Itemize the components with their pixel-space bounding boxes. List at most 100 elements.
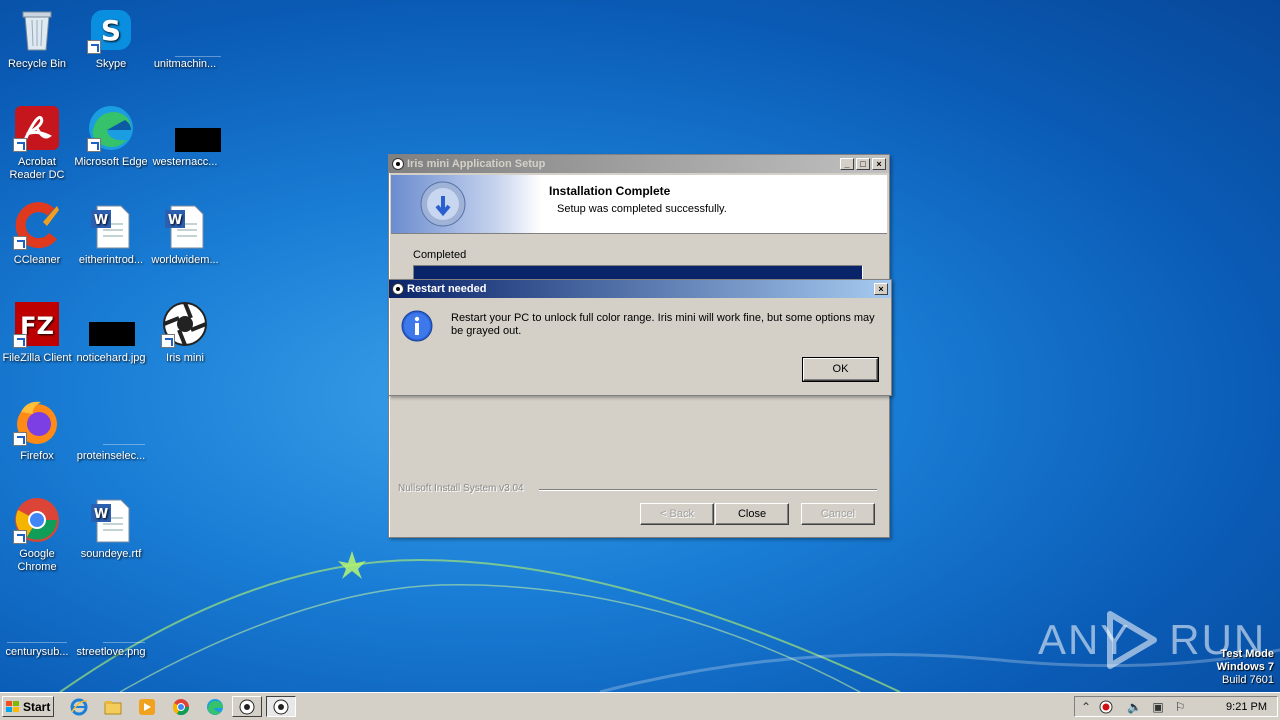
desktop-icon-recycle-bin[interactable]: Recycle Bin: [0, 0, 74, 71]
desktop-icon-edge[interactable]: Microsoft Edge: [74, 98, 148, 169]
action-center-flag-icon[interactable]: ⚐: [1173, 700, 1187, 714]
watermark-line-2: Windows 7: [1216, 661, 1274, 673]
close-button[interactable]: Close: [715, 503, 789, 525]
maximize-button[interactable]: □: [856, 158, 870, 170]
desktop-icon-label: CCleaner: [13, 254, 61, 266]
edge-taskbar-icon[interactable]: [206, 698, 224, 716]
branding-separator: [539, 489, 877, 491]
minimize-button[interactable]: _: [840, 158, 854, 170]
file-icon: [161, 6, 221, 57]
status-label: Completed: [413, 249, 467, 261]
taskbar-button-restart-dialog[interactable]: [266, 696, 296, 717]
volume-icon[interactable]: 🔈: [1127, 700, 1142, 714]
file-icon: [7, 594, 67, 643]
chrome-icon: [13, 496, 61, 544]
iris-app-icon: [392, 283, 404, 295]
desktop-icon-label: proteinselec...: [76, 450, 146, 462]
svg-text:W: W: [168, 213, 182, 228]
desktop-icon-label: noticehard.jpg: [76, 352, 146, 364]
taskbar-clock[interactable]: 9:21 PM: [1226, 700, 1267, 714]
desktop-icon-label: Firefox: [20, 450, 54, 462]
desktop-icon-ccleaner[interactable]: CCleaner: [0, 196, 74, 267]
desktop-icon-filezilla[interactable]: FZ FileZilla Client: [0, 294, 74, 365]
desktop-icon-chrome[interactable]: Google Chrome: [0, 490, 74, 574]
shortcut-arrow-icon: [161, 334, 175, 348]
ok-button[interactable]: OK: [802, 357, 879, 382]
shortcut-arrow-icon: [13, 432, 27, 446]
word-document-icon: W: [87, 496, 135, 544]
svg-text:W: W: [94, 213, 108, 228]
system-tray: ⌃ 🔈 ▣ ⚐ 9:21 PM: [1074, 696, 1278, 717]
test-mode-watermark: Test Mode Windows 7 Build 7601: [1217, 648, 1274, 687]
chrome-taskbar-icon[interactable]: [172, 698, 190, 716]
show-hidden-icons-chevron-icon[interactable]: ⌃: [1079, 700, 1093, 714]
setup-header-title: Installation Complete: [549, 184, 671, 198]
taskbar-button-iris-setup[interactable]: [232, 696, 262, 717]
desktop-icon-label: Recycle Bin: [7, 58, 67, 70]
desktop-icon-label: centurysub...: [5, 646, 69, 658]
svg-text:S: S: [101, 14, 121, 47]
word-document-icon: W: [87, 202, 135, 250]
desktop-icon-label: Google Chrome: [17, 548, 57, 573]
media-player-icon[interactable]: [138, 698, 156, 716]
restart-dialog-titlebar[interactable]: Restart needed ×: [389, 280, 891, 298]
shortcut-arrow-icon: [13, 236, 27, 250]
desktop-icon-westernacc[interactable]: westernacc...: [148, 98, 222, 169]
file-icon: [87, 398, 145, 446]
desktop-icon-label: FileZilla Client: [2, 352, 72, 364]
shortcut-arrow-icon: [13, 138, 27, 152]
desktop-icon-unitmachin[interactable]: unitmachin...: [148, 0, 222, 71]
restart-message: Restart your PC to unlock full color ran…: [451, 312, 875, 337]
setup-window-titlebar[interactable]: Iris mini Application Setup _ □ ×: [389, 155, 889, 173]
desktop-icon-noticehard[interactable]: noticehard.jpg: [74, 294, 148, 365]
restart-dialog: Restart needed × Restart your PC to unlo…: [388, 279, 892, 396]
desktop-icon-skype[interactable]: S Skype: [74, 0, 148, 71]
windows-flag-icon: [6, 700, 20, 713]
desktop-icon-eitherintrod[interactable]: W eitherintrod...: [74, 196, 148, 267]
folder-icon[interactable]: [104, 698, 122, 716]
desktop-icon-label: unitmachin...: [153, 58, 217, 70]
redacted-thumbnail: [175, 128, 221, 152]
desktop-icon-label: westernacc...: [152, 156, 218, 168]
shortcut-arrow-icon: [13, 334, 27, 348]
file-icon: [161, 104, 221, 152]
progress-bar-fill: [414, 266, 862, 280]
word-document-icon: W: [161, 202, 209, 250]
internet-explorer-icon[interactable]: [70, 698, 88, 716]
desktop-icon-streetlove[interactable]: streetlove.png: [74, 588, 148, 659]
watermark-line-3: Build 7601: [1222, 674, 1274, 686]
shortcut-arrow-icon: [87, 40, 101, 54]
desktop-icon-soundeye[interactable]: W soundeye.rtf: [74, 490, 148, 561]
nsis-branding: Nullsoft Install System v3.04: [398, 483, 524, 494]
anyrun-brand-text: ANY RUN: [1038, 616, 1267, 663]
desktop-icon-worldwidem[interactable]: W worldwidem...: [148, 196, 222, 267]
start-label: Start: [23, 699, 51, 714]
close-window-button[interactable]: ×: [872, 158, 886, 170]
close-dialog-button[interactable]: ×: [874, 283, 888, 295]
installer-logo-icon: [391, 175, 541, 233]
desktop-icon-label: Iris mini: [166, 352, 204, 364]
taskbar: Start ⌃ 🔈 ▣ ⚐ 9:21 PM: [0, 692, 1280, 720]
filezilla-icon: FZ: [13, 300, 61, 348]
record-icon[interactable]: [1099, 700, 1113, 714]
desktop-icon-iris-mini[interactable]: Iris mini: [148, 294, 222, 365]
setup-header-panel: Installation Complete Setup was complete…: [391, 175, 887, 234]
info-icon: [401, 310, 433, 342]
desktop-icon-acrobat[interactable]: Acrobat Reader DC: [0, 98, 74, 182]
start-button[interactable]: Start: [2, 696, 54, 717]
redacted-thumbnail: [89, 322, 135, 346]
network-icon[interactable]: ▣: [1151, 700, 1165, 714]
desktop-icon-proteinselec[interactable]: proteinselec...: [74, 392, 148, 463]
back-button[interactable]: < Back: [640, 503, 714, 525]
recycle-bin-icon: [13, 6, 61, 54]
iris-app-icon: [239, 699, 255, 715]
desktop-icon-label: Acrobat Reader DC: [9, 156, 65, 181]
acrobat-icon: [13, 104, 61, 152]
desktop-icon-label: soundeye.rtf: [80, 548, 142, 560]
svg-text:W: W: [94, 507, 108, 522]
desktop-icon-label: Microsoft Edge: [74, 156, 148, 168]
desktop-icon-centurysub[interactable]: centurysub...: [0, 588, 74, 659]
iris-aperture-icon: [161, 300, 209, 348]
cancel-button[interactable]: Cancel: [801, 503, 875, 525]
desktop-icon-firefox[interactable]: Firefox: [0, 392, 74, 463]
